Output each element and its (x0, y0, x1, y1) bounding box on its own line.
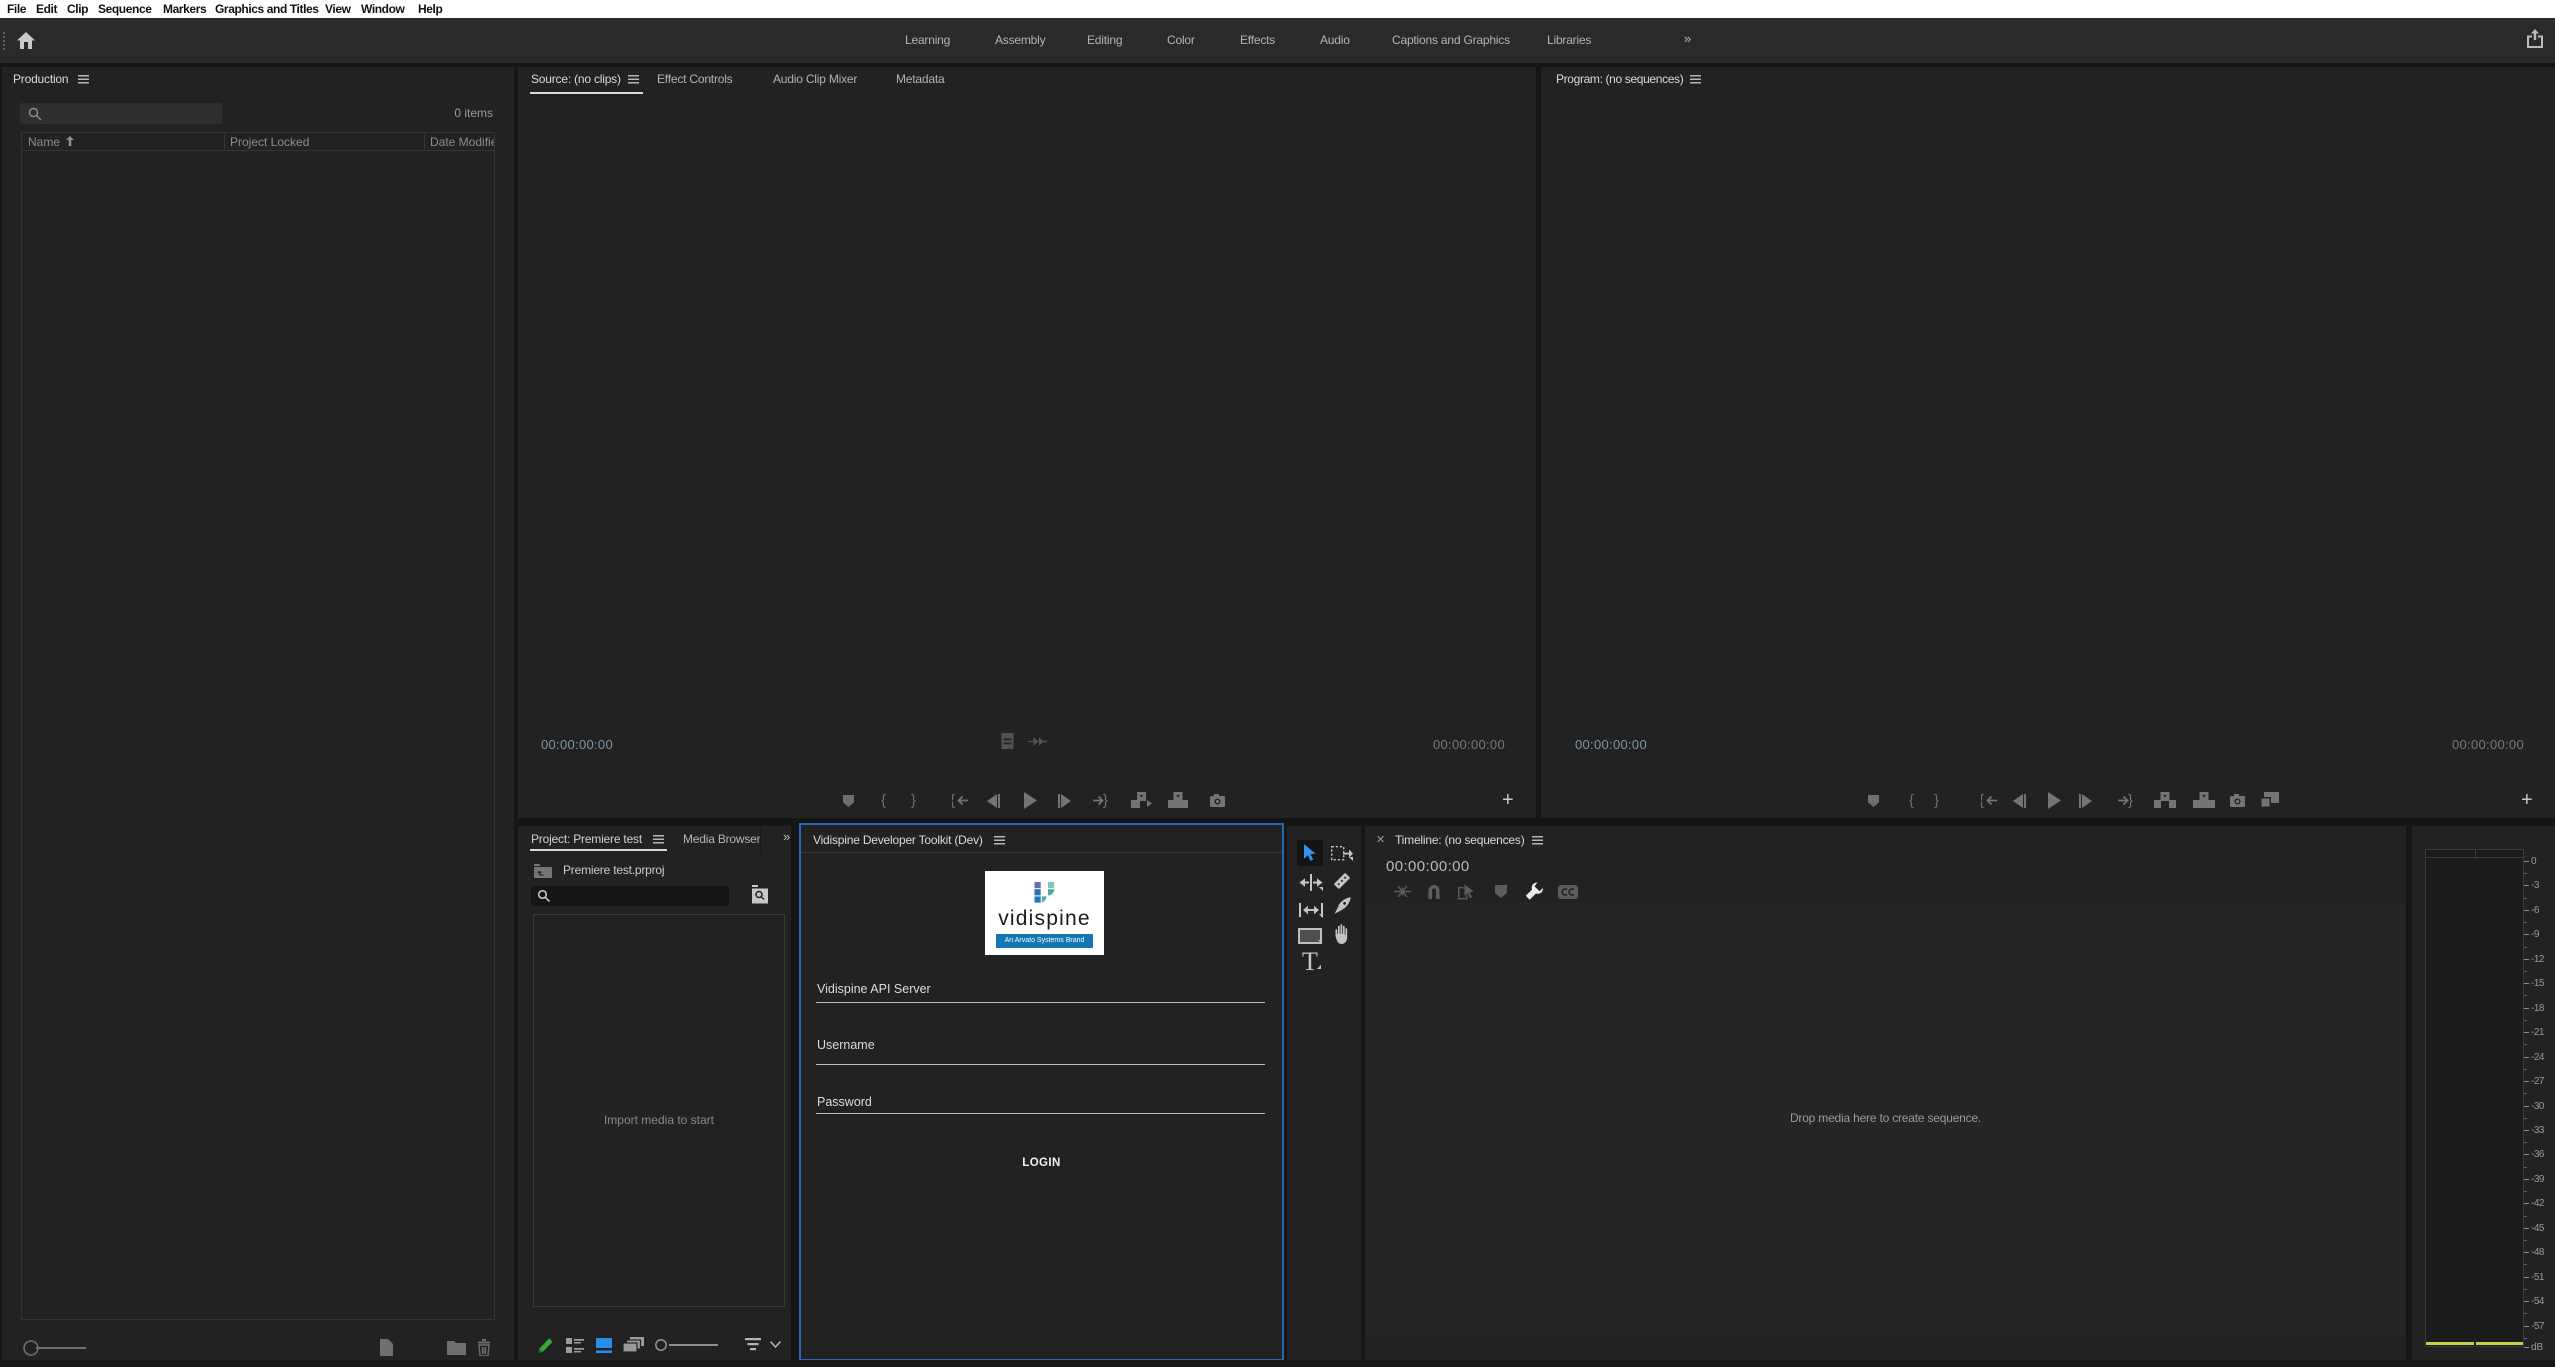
svg-text:}: } (1103, 793, 1108, 808)
svg-text:}: } (2128, 793, 2133, 808)
svg-text:{: { (1981, 793, 1984, 808)
svg-text:{: { (952, 793, 955, 808)
